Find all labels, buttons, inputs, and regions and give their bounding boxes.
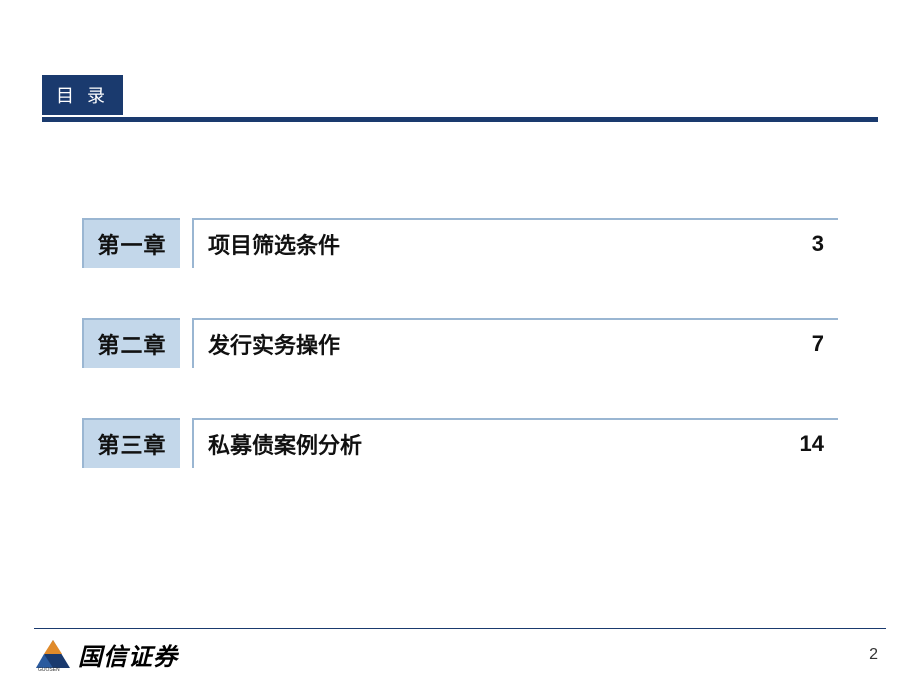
chapter-title-cell: 项目筛选条件 3 xyxy=(192,218,838,268)
chapter-badge: 第二章 xyxy=(82,318,180,368)
chapter-title-cell: 发行实务操作 7 xyxy=(192,318,838,368)
chapter-title: 项目筛选条件 xyxy=(208,228,340,260)
title-underline xyxy=(42,117,878,122)
chapter-badge: 第一章 xyxy=(82,218,180,268)
chapter-badge: 第三章 xyxy=(82,418,180,468)
table-of-contents: 第一章 项目筛选条件 3 第二章 发行实务操作 7 第三章 私募债案例分析 14 xyxy=(82,218,838,518)
toc-row: 第一章 项目筛选条件 3 xyxy=(82,218,838,268)
chapter-page: 3 xyxy=(812,231,824,257)
toc-row: 第二章 发行实务操作 7 xyxy=(82,318,838,368)
chapter-title-cell: 私募债案例分析 14 xyxy=(192,418,838,468)
chapter-page: 14 xyxy=(800,431,824,457)
slide-title: 目 录 xyxy=(42,75,123,115)
slide-footer: GUOSEN 国信证券 2 xyxy=(34,628,886,672)
logo-icon: GUOSEN xyxy=(34,638,72,672)
chapter-title: 发行实务操作 xyxy=(208,328,340,360)
slide-header: 目 录 xyxy=(42,75,878,122)
company-logo: GUOSEN 国信证券 xyxy=(34,637,178,672)
chapter-page: 7 xyxy=(812,331,824,357)
toc-row: 第三章 私募债案例分析 14 xyxy=(82,418,838,468)
slide-number: 2 xyxy=(869,646,878,664)
svg-text:GUOSEN: GUOSEN xyxy=(38,667,60,672)
chapter-title: 私募债案例分析 xyxy=(208,428,362,460)
company-name: 国信证券 xyxy=(78,637,178,672)
